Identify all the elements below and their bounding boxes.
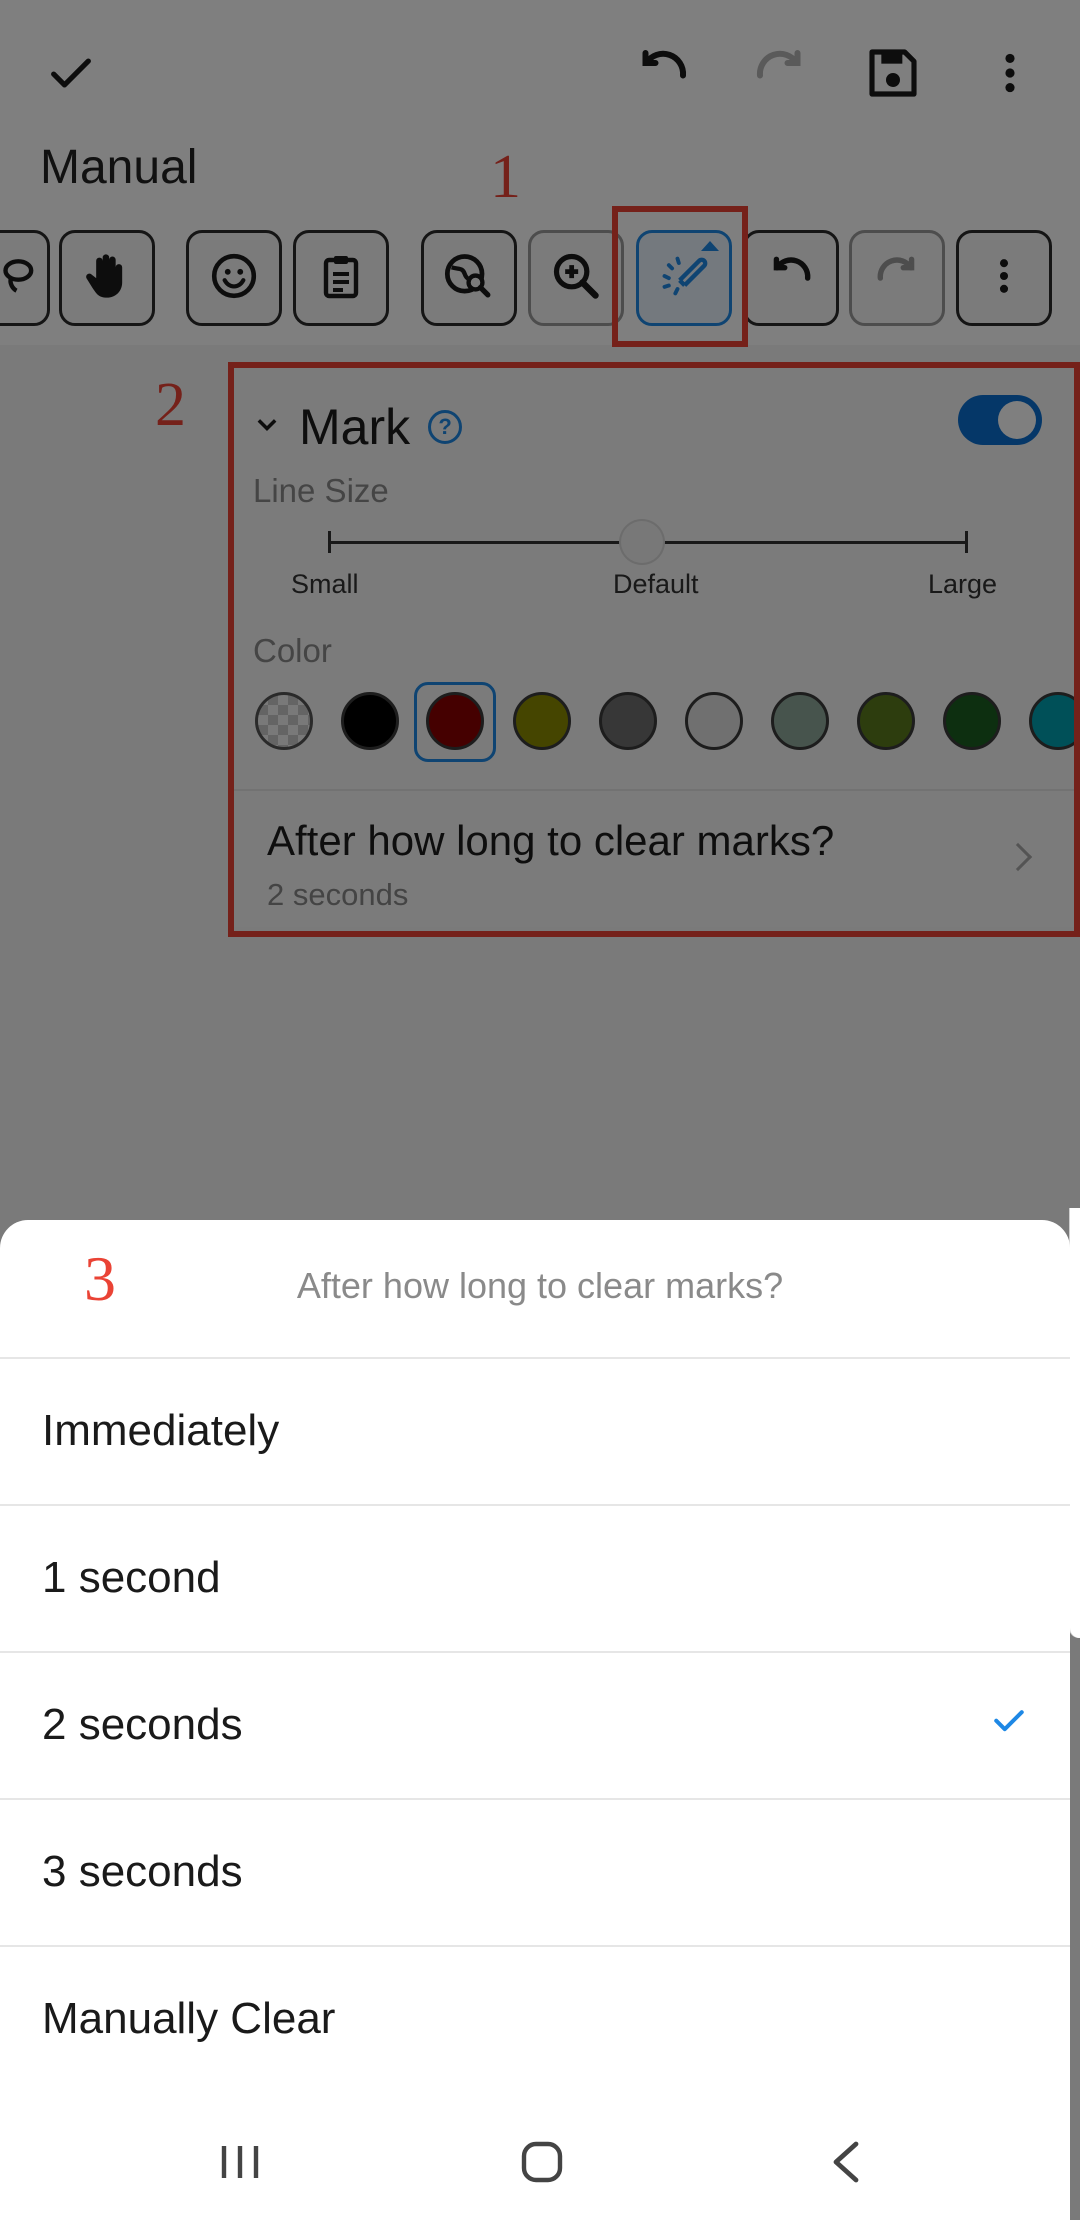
option-label: 2 seconds [42, 1700, 243, 1749]
option-2-seconds[interactable]: 2 seconds [0, 1651, 1070, 1798]
sheet-title: After how long to clear marks? [296, 1265, 784, 1306]
option-1-second[interactable]: 1 second [0, 1504, 1070, 1651]
option-label: 3 seconds [42, 1847, 243, 1896]
option-label: Immediately [42, 1406, 280, 1455]
option-label: 1 second [42, 1553, 221, 1602]
option-immediately[interactable]: Immediately [0, 1357, 1070, 1504]
clear-marks-sheet: 3 After how long to clear marks? Immedia… [0, 1220, 1070, 2220]
recents-icon[interactable] [218, 2142, 262, 2187]
option-label: Manually Clear [42, 1994, 336, 2043]
home-icon[interactable] [518, 2138, 566, 2191]
back-icon[interactable] [826, 2138, 866, 2191]
option-3-seconds[interactable]: 3 seconds [0, 1798, 1070, 1945]
option-manually-clear[interactable]: Manually Clear [0, 1945, 1070, 2092]
check-icon [992, 1703, 1026, 1737]
